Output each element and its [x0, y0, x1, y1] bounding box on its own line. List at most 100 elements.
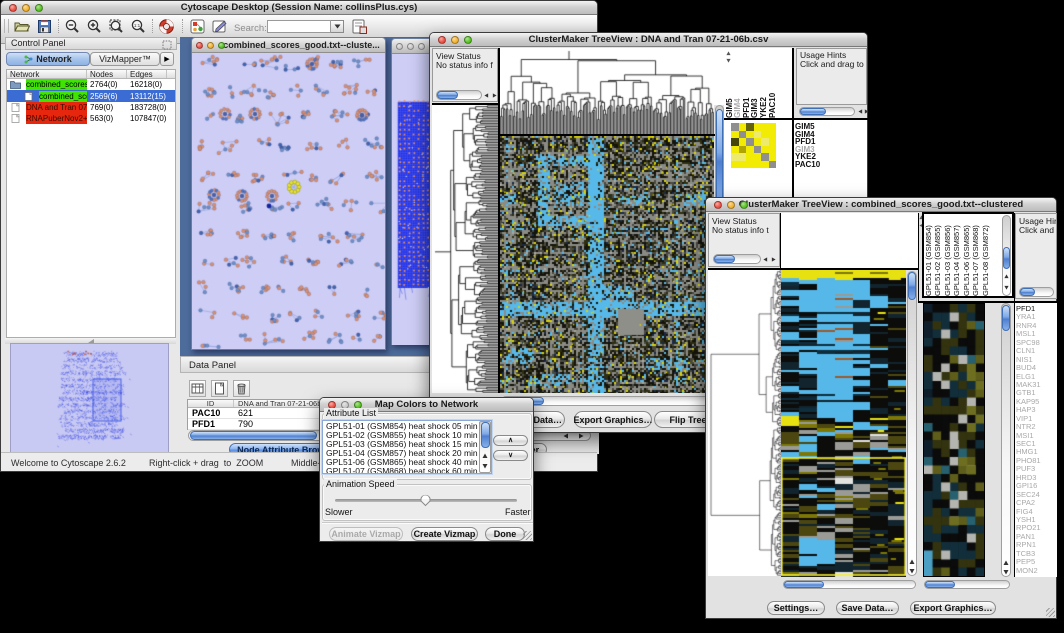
- scroll-thumb[interactable]: [800, 108, 826, 115]
- scroll-up-arrow[interactable]: [909, 559, 915, 565]
- scroll-up-arrow[interactable]: [1003, 560, 1009, 566]
- attribute-list[interactable]: GPL51-01 (GSM854) heat shock 05 minGPL51…: [322, 420, 492, 474]
- move-up-button[interactable]: ∧: [493, 435, 528, 446]
- scroll-up-arrow[interactable]: [1004, 274, 1009, 279]
- close-button[interactable]: [438, 36, 446, 44]
- minimize-button[interactable]: [22, 4, 30, 12]
- main-window-controls[interactable]: [9, 4, 43, 12]
- scroll-thumb[interactable]: [925, 581, 955, 588]
- network-view-a-canvas-wrap[interactable]: [192, 53, 385, 349]
- treeview1-col-dendrogram[interactable]: [500, 48, 714, 134]
- layout-icon[interactable]: [351, 18, 368, 35]
- export-graphics-button[interactable]: Export Graphics…: [910, 601, 996, 615]
- scroll-thumb[interactable]: [1002, 305, 1010, 331]
- scroll-left-arrow[interactable]: [563, 433, 569, 439]
- main-titlebar[interactable]: Cytoscape Desktop (Session Name: collins…: [1, 1, 597, 15]
- animate-vizmap-button[interactable]: Animate Vizmap: [329, 527, 403, 541]
- done-button[interactable]: Done: [485, 527, 525, 541]
- tab-vizmapper[interactable]: VizMapper™: [90, 52, 160, 66]
- scroll-thumb[interactable]: [1020, 288, 1035, 296]
- vizmap-icon[interactable]: [189, 18, 206, 35]
- scroll-thumb[interactable]: [716, 109, 723, 205]
- col-network[interactable]: Network: [7, 70, 87, 78]
- float-panel-icon[interactable]: [162, 40, 172, 50]
- network-row[interactable]: combined_scores 2764(0) 16218(0): [7, 79, 175, 90]
- scroll-right-arrow[interactable]: [771, 257, 776, 262]
- treeview2-window-controls[interactable]: [714, 201, 748, 209]
- settings-button[interactable]: Settings…: [767, 601, 825, 615]
- search-input[interactable]: [267, 20, 331, 33]
- col-nodes[interactable]: Nodes: [87, 70, 127, 78]
- scroll-thumb[interactable]: [908, 272, 916, 300]
- close-button[interactable]: [196, 42, 203, 49]
- save-icon[interactable]: [36, 18, 53, 35]
- col-edges[interactable]: Edges: [127, 70, 167, 78]
- scroll-thumb[interactable]: [1003, 247, 1010, 269]
- scroll-down-arrow[interactable]: [1003, 569, 1009, 575]
- zoom-fit-icon[interactable]: [108, 18, 125, 35]
- scroll-right-arrow[interactable]: [492, 93, 497, 98]
- treeview1-titlebar[interactable]: ClusterMaker TreeView : DNA and Tran 07-…: [430, 33, 867, 47]
- scroll-down-arrow[interactable]: [909, 568, 915, 574]
- scroll-right-arrow[interactable]: [578, 433, 584, 439]
- annotation-icon[interactable]: [211, 18, 228, 35]
- scroll-left-arrow[interactable]: [858, 109, 863, 114]
- search-dropdown-button[interactable]: [331, 20, 344, 33]
- zoom-out-icon[interactable]: [64, 18, 81, 35]
- delete-attribute-icon[interactable]: [233, 380, 250, 397]
- tab-network[interactable]: Network: [6, 52, 90, 66]
- scroll-thumb[interactable]: [784, 581, 824, 588]
- col-id[interactable]: ID: [188, 400, 234, 407]
- network-overview-panel[interactable]: [10, 343, 169, 453]
- treeview2-zoom-vscrollbar[interactable]: [1001, 303, 1011, 577]
- attribute-select-icon[interactable]: [189, 380, 206, 397]
- attribute-list-item[interactable]: GPL51-07 (GSM868) heat shock 60 min: [323, 467, 491, 474]
- tabs-overflow-button[interactable]: ▶: [160, 52, 174, 66]
- move-down-button[interactable]: ∨: [493, 450, 528, 461]
- open-file-icon[interactable]: [13, 18, 30, 35]
- network-row[interactable]: DNA and Tran 07 769(0) 183728(0): [7, 102, 175, 113]
- save-data-button[interactable]: Save Data…: [836, 601, 899, 615]
- scroll-down-arrow[interactable]: [1004, 285, 1009, 290]
- network-view-a-titlebar[interactable]: combined_scores_good.txt--cluste...: [192, 38, 385, 53]
- zoom-button[interactable]: [218, 42, 225, 49]
- scroll-thumb[interactable]: [437, 91, 458, 99]
- scroll-up-arrow[interactable]: [726, 51, 731, 56]
- zoom-button[interactable]: [464, 36, 472, 44]
- treeview2-vscrollbar[interactable]: [907, 271, 917, 576]
- lifesaver-icon[interactable]: [158, 18, 175, 35]
- create-vizmap-button[interactable]: Create Vizmap: [411, 527, 478, 541]
- export-graphics-button[interactable]: Export Graphics…: [574, 411, 652, 428]
- minimize-button[interactable]: [407, 43, 414, 50]
- zoom-button[interactable]: [740, 201, 748, 209]
- zoom-in-icon[interactable]: [86, 18, 103, 35]
- scroll-up-arrow[interactable]: [482, 453, 488, 459]
- scroll-left-arrow[interactable]: [484, 93, 489, 98]
- treeview2-titlebar[interactable]: ClusterMaker TreeView : combined_scores_…: [706, 198, 1056, 212]
- scroll-thumb[interactable]: [190, 431, 317, 440]
- treeview2-global-heatmap[interactable]: [781, 270, 906, 577]
- scroll-right-arrow[interactable]: [864, 109, 869, 114]
- scroll-thumb[interactable]: [714, 255, 735, 263]
- scroll-down-arrow[interactable]: [726, 58, 731, 63]
- zoom-selected-icon[interactable]: 1:1: [130, 18, 147, 35]
- minimize-button[interactable]: [727, 201, 735, 209]
- network-row[interactable]: RNAPuberNov2+! 563(0) 107847(0): [7, 113, 175, 124]
- scroll-thumb[interactable]: [481, 422, 490, 448]
- zoom-button[interactable]: [418, 43, 425, 50]
- scroll-left-arrow[interactable]: [763, 257, 768, 262]
- treeview1-row-dendrogram[interactable]: [432, 105, 498, 393]
- treeview2-row-dendrogram[interactable]: [708, 270, 781, 576]
- treeview1-heatmap[interactable]: [500, 136, 714, 393]
- network-view-a-controls[interactable]: [196, 42, 225, 49]
- treeview1-zoom-matrix[interactable]: [731, 123, 776, 168]
- close-button[interactable]: [396, 43, 403, 50]
- resize-handle[interactable]: [1046, 608, 1055, 617]
- treeview1-window-controls[interactable]: [438, 36, 472, 44]
- close-button[interactable]: [9, 4, 17, 12]
- zoom-button[interactable]: [35, 4, 43, 12]
- new-attribute-icon[interactable]: [211, 380, 228, 397]
- minimize-button[interactable]: [451, 36, 459, 44]
- resize-handle[interactable]: [523, 531, 532, 540]
- minimize-button[interactable]: [207, 42, 214, 49]
